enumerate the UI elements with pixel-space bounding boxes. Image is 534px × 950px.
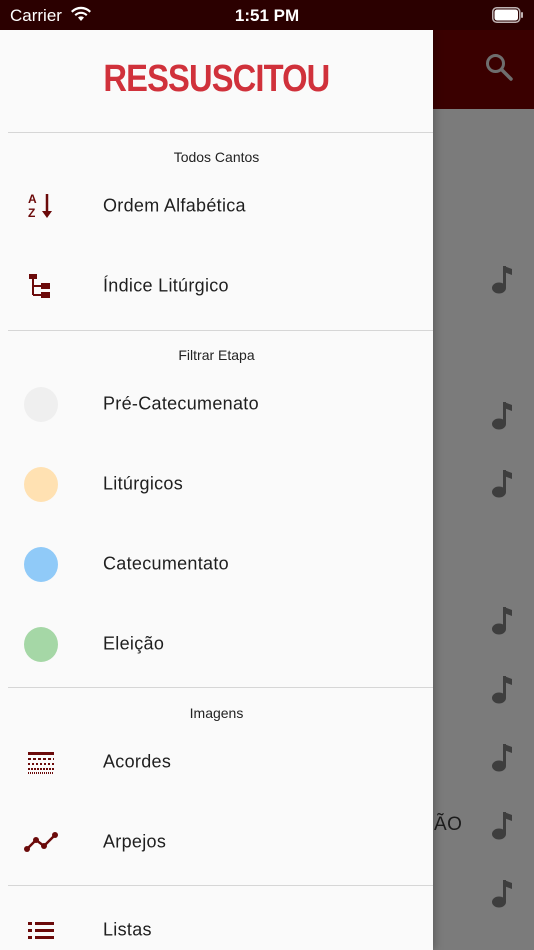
menu-item-indice-liturgico[interactable]: Índice Litúrgico — [0, 254, 433, 318]
stage-color-dot — [24, 466, 58, 502]
music-note-icon[interactable] — [490, 605, 514, 635]
music-note-icon[interactable] — [490, 674, 514, 704]
menu-item-label: Índice Litúrgico — [103, 275, 229, 296]
chords-grid-icon — [24, 745, 58, 779]
sort-alpha-icon: A Z — [24, 189, 58, 223]
menu-item-listas[interactable]: Listas — [0, 898, 433, 950]
stage-color-dot — [24, 546, 58, 582]
logo-header: RESSUSCITOU — [0, 58, 433, 101]
music-note-icon[interactable] — [490, 264, 514, 294]
music-note-icon[interactable] — [490, 878, 514, 908]
clock: 1:51 PM — [234, 6, 300, 25]
menu-item-pre-catecumenato[interactable]: Pré-Catecumenato — [0, 372, 433, 436]
menu-item-arpejos[interactable]: Arpejos — [0, 810, 433, 874]
menu-item-label: Catecumentato — [103, 553, 229, 574]
section-title-imagens: Imagens — [189, 705, 244, 721]
menu-item-label: Litúrgicos — [103, 473, 184, 494]
divider — [8, 687, 433, 688]
battery-icon — [492, 7, 523, 23]
divider — [8, 885, 433, 886]
song-title-fragment: ÃO — [434, 814, 463, 835]
menu-item-liturgicos[interactable]: Litúrgicos — [0, 452, 433, 516]
arpeggio-line-icon — [24, 825, 58, 859]
navigation-drawer: RESSUSCITOU Todos Cantos A Z Ordem Alfab… — [0, 30, 433, 950]
app-logo: RESSUSCITOU — [103, 58, 330, 100]
menu-item-eleicao[interactable]: Eleição — [0, 612, 433, 676]
menu-item-acordes[interactable]: Acordes — [0, 730, 433, 794]
svg-text:A: A — [28, 192, 37, 206]
stage-color-dot — [24, 386, 58, 422]
menu-item-catecumentato[interactable]: Catecumentato — [0, 532, 433, 596]
section-title-filtrar-etapa: Filtrar Etapa — [178, 347, 255, 363]
menu-item-label: Ordem Alfabética — [103, 195, 246, 216]
menu-item-label: Eleição — [103, 633, 165, 654]
music-note-icon[interactable] — [490, 468, 514, 498]
menu-item-ordem-alfabetica[interactable]: A Z Ordem Alfabética — [0, 174, 433, 238]
music-note-icon[interactable] — [490, 810, 514, 840]
menu-item-label: Listas — [103, 919, 152, 940]
menu-item-label: Acordes — [103, 751, 172, 772]
stage-color-dot — [24, 626, 58, 662]
divider — [8, 330, 433, 331]
divider — [8, 132, 433, 133]
list-icon — [24, 913, 58, 947]
music-note-icon[interactable] — [490, 400, 514, 430]
menu-item-label: Pré-Catecumenato — [103, 393, 259, 414]
tree-index-icon — [24, 269, 58, 303]
svg-text:Z: Z — [28, 206, 35, 220]
menu-item-label: Arpejos — [103, 831, 167, 852]
section-title-todos-cantos: Todos Cantos — [173, 149, 260, 165]
music-note-icon[interactable] — [490, 742, 514, 772]
status-bar: Carrier 1:51 PM — [0, 0, 534, 30]
search-icon[interactable] — [484, 52, 514, 82]
